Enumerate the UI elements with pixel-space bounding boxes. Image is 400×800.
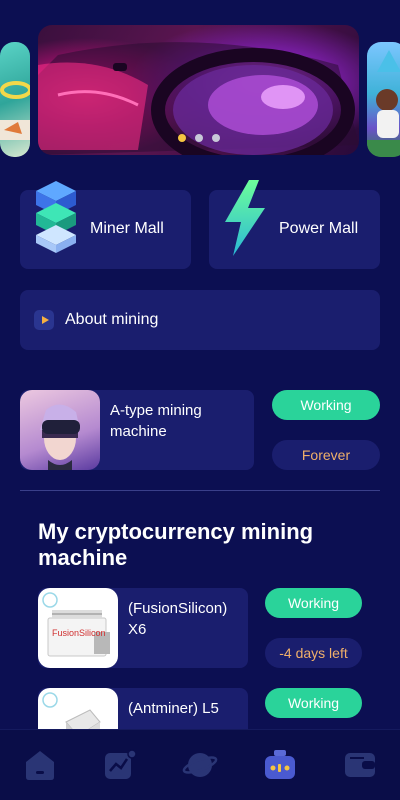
machine-time-left-badge: -4 days left (265, 638, 362, 668)
vr-user-image (40, 404, 80, 470)
nav-explore[interactable] (182, 747, 218, 783)
banner-slide-next[interactable] (367, 42, 400, 157)
miner-mall-card[interactable]: Miner Mall (20, 181, 191, 269)
miner-mall-label: Miner Mall (90, 220, 164, 237)
machine-status-badge[interactable]: Working (265, 688, 362, 718)
previous-slide-image (0, 81, 30, 140)
carousel-dot[interactable] (195, 134, 203, 142)
machine-brand-logo: FusionSilicon (52, 628, 106, 638)
next-slide-image (367, 50, 400, 157)
machine-name: (FusionSilicon) X6 (128, 600, 228, 638)
power-mall-card[interactable]: Power Mall (209, 180, 380, 269)
nav-home[interactable] (22, 747, 58, 783)
carousel-dot[interactable] (212, 134, 220, 142)
banner-slide-active[interactable] (38, 25, 359, 155)
about-mining-button[interactable]: About mining (20, 290, 380, 350)
section-divider (20, 490, 380, 491)
wallet-icon (345, 753, 375, 777)
carousel-dot-active[interactable] (178, 134, 186, 142)
machine-card[interactable]: FusionSilicon (FusionSilicon) X6 (38, 588, 248, 668)
banner-slide-previous[interactable] (0, 42, 30, 157)
featured-machine-name: A-type mining machine (110, 402, 202, 440)
play-icon (34, 310, 54, 330)
featured-machine-card[interactable]: A-type mining machine (20, 390, 254, 470)
home-icon (26, 751, 54, 780)
nav-miner[interactable] (262, 747, 298, 783)
nav-wallet[interactable] (342, 747, 378, 783)
machine-status-badge[interactable]: Working (265, 588, 362, 618)
chart-icon (105, 749, 137, 779)
lightning-icon (225, 180, 265, 256)
nav-market[interactable] (102, 747, 138, 783)
featured-machine-image (20, 390, 100, 470)
machine-image: FusionSilicon (38, 588, 118, 668)
cube-stack-icon (36, 181, 76, 253)
featured-status-badge[interactable]: Working (272, 390, 380, 420)
carousel-indicator (178, 134, 220, 142)
bottom-navigation (0, 729, 400, 800)
my-machines-title: My cryptocurrency mining machine (38, 519, 314, 570)
planet-icon (182, 753, 218, 777)
machine-name: (Antminer) L5 (128, 700, 219, 717)
about-mining-label: About mining (65, 311, 159, 328)
featured-duration-badge: Forever (272, 440, 380, 470)
miner-icon (265, 750, 295, 779)
power-mall-label: Power Mall (279, 220, 359, 237)
